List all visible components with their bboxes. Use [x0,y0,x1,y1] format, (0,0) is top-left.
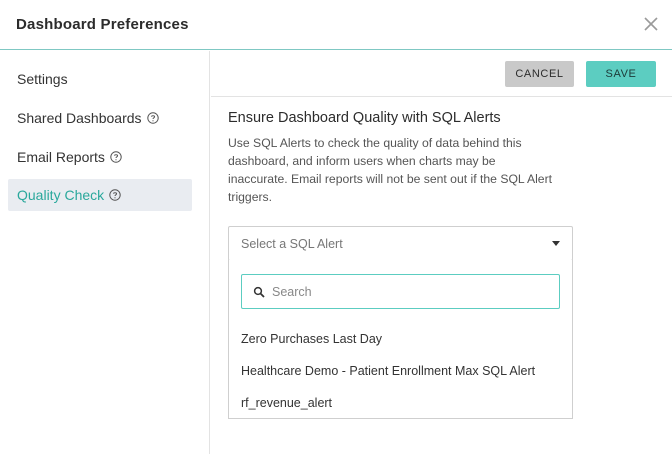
section-heading: Ensure Dashboard Quality with SQL Alerts [228,110,501,126]
select-placeholder: Select a SQL Alert [241,237,343,251]
sql-alert-dropdown: Zero Purchases Last Day Healthcare Demo … [228,260,573,419]
sidebar-item-label: Email Reports [17,149,105,165]
close-icon[interactable] [642,15,660,33]
section-description: Use SQL Alerts to check the quality of d… [228,136,553,204]
sidebar-item-label: Settings [17,71,68,87]
dropdown-option[interactable]: rf_revenue_alert [241,396,332,410]
save-button[interactable]: SAVE [586,61,656,87]
help-circle-icon[interactable] [109,189,121,201]
sql-alert-select[interactable]: Select a SQL Alert [228,226,573,261]
sidebar-item-shared-dashboards[interactable]: Shared Dashboards [8,102,192,134]
help-circle-icon[interactable] [146,112,159,124]
search-field[interactable] [241,274,560,309]
search-icon [253,286,265,298]
caret-down-icon[interactable] [552,241,560,246]
preferences-sidebar: Settings Shared Dashboards Email Reports… [0,51,210,454]
quality-check-panel: Ensure Dashboard Quality with SQL Alerts… [228,110,558,206]
dialog-title: Dashboard Preferences [16,16,189,33]
sidebar-item-label: Shared Dashboards [17,110,142,126]
help-circle-icon[interactable] [110,151,122,163]
sidebar-item-label: Quality Check [17,187,105,203]
search-input[interactable] [272,282,552,302]
sidebar-item-email-reports[interactable]: Email Reports [8,141,192,173]
dialog-header: Dashboard Preferences [0,0,672,50]
sidebar-item-settings[interactable]: Settings [8,63,192,95]
dropdown-option[interactable]: Healthcare Demo - Patient Enrollment Max… [241,364,535,378]
cancel-button[interactable]: CANCEL [505,61,574,87]
dropdown-option[interactable]: Zero Purchases Last Day [241,332,382,346]
sidebar-item-quality-check[interactable]: Quality Check [8,179,192,211]
action-toolbar: CANCEL SAVE [211,51,672,97]
